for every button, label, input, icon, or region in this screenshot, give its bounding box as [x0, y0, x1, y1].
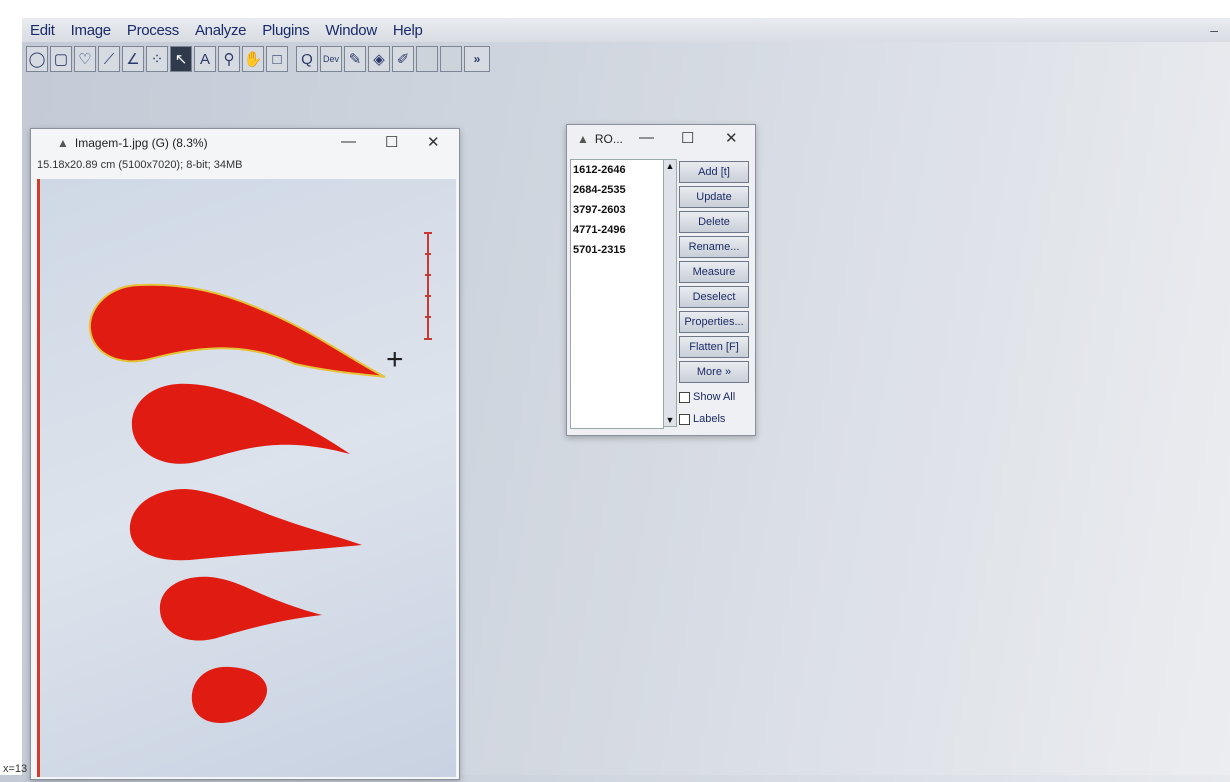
monitor-bezel-top	[0, 0, 1230, 18]
labels-label: Labels	[693, 413, 726, 425]
image-window[interactable]: ▲ Imagem-1.jpg (G) (8.3%) — ☐ ✕ 15.18x20…	[3, 128, 460, 780]
flood-fill-tool-icon[interactable]: ◈	[368, 46, 390, 72]
menu-process[interactable]: Process	[119, 22, 187, 39]
update-button[interactable]: Update	[679, 186, 749, 208]
measure-button[interactable]: Measure	[679, 261, 749, 283]
leaf-shape-2[interactable]	[131, 383, 350, 464]
polygon-selection-tool-icon[interactable]: ▢	[50, 46, 72, 72]
close-icon[interactable]: ✕	[427, 133, 440, 151]
roi-list-item[interactable]: 2684-2535	[571, 180, 663, 200]
properties-button[interactable]: Properties...	[679, 311, 749, 333]
roi-list-item[interactable]: 1612-2646	[571, 160, 663, 180]
status-coordinate: x=13	[3, 763, 28, 775]
rename-button[interactable]: Rename...	[679, 236, 749, 258]
angle-tool-icon[interactable]: ∠	[122, 46, 144, 72]
menu-image[interactable]: Image	[63, 22, 119, 39]
text-tool-icon[interactable]: A	[194, 46, 216, 72]
show-all-checkbox[interactable]: Show All	[679, 386, 749, 408]
hand-tool-icon[interactable]: ✋	[242, 46, 264, 72]
magnifier-tool-icon[interactable]: ⚲	[218, 46, 240, 72]
color-picker-tool-icon[interactable]: □	[266, 46, 288, 72]
menu-window[interactable]: Window	[317, 22, 385, 39]
checkbox-icon[interactable]	[679, 391, 690, 403]
image-info-subtitle: 15.18x20.89 cm (5100x7020); 8-bit; 34MB	[37, 159, 243, 171]
roi-list-item[interactable]: 4771-2496	[571, 220, 663, 240]
line-tool-icon[interactable]: ⟋	[98, 46, 120, 72]
empty-tool-slot-1[interactable]	[416, 46, 438, 72]
roi-button-panel: Add [t] Update Delete Rename... Measure …	[679, 161, 749, 430]
brush-tool-icon[interactable]: ✎	[344, 46, 366, 72]
menu-plugins[interactable]: Plugins	[254, 22, 317, 39]
scroll-up-arrow-icon[interactable]: ▲	[664, 160, 676, 172]
roi-list-item[interactable]: 3797-2603	[571, 200, 663, 220]
more-button[interactable]: More »	[679, 361, 749, 383]
leaf-shape-3[interactable]	[129, 489, 362, 561]
more-tools-icon[interactable]: »	[464, 46, 490, 72]
deselect-button[interactable]: Deselect	[679, 286, 749, 308]
imagej-window-icon: ▲	[577, 132, 589, 146]
dev-label: Dev	[322, 54, 339, 64]
labels-checkbox[interactable]: Labels	[679, 408, 749, 430]
checkbox-icon[interactable]	[679, 413, 690, 425]
menu-edit[interactable]: Edit	[22, 22, 63, 39]
flatten-button[interactable]: Flatten [F]	[679, 336, 749, 358]
maximize-icon[interactable]: ☐	[681, 129, 694, 147]
maximize-icon[interactable]: ☐	[385, 133, 398, 151]
roi-manager-title: RO...	[594, 132, 623, 146]
freehand-selection-tool-icon[interactable]: ♡	[74, 46, 96, 72]
roi-manager-titlebar[interactable]: ▲ RO... — ☐ ✕	[567, 125, 755, 153]
search-tool-icon[interactable]: Q	[296, 46, 318, 72]
image-window-title: Imagem-1.jpg (G) (8.3%)	[74, 136, 208, 150]
oval-selection-tool-icon[interactable]: ◯	[26, 46, 48, 72]
close-icon[interactable]: ✕	[725, 129, 738, 147]
scroll-down-arrow-icon[interactable]: ▼	[664, 414, 676, 426]
menu-bar: Edit Image Process Analyze Plugins Windo…	[22, 18, 1230, 42]
menu-help[interactable]: Help	[385, 22, 431, 39]
minimize-icon[interactable]: —	[341, 133, 356, 150]
leaf-shape-5[interactable]	[191, 666, 268, 723]
image-window-titlebar[interactable]: ▲ Imagem-1.jpg (G) (8.3%) — ☐ ✕	[31, 129, 459, 157]
imagej-window-icon: ▲	[57, 136, 69, 150]
wand-tool-icon[interactable]: ↖	[170, 46, 192, 72]
minimize-icon[interactable]: —	[639, 129, 654, 146]
leaf-selection-svg	[88, 232, 432, 723]
delete-button[interactable]: Delete	[679, 211, 749, 233]
add-button[interactable]: Add [t]	[679, 161, 749, 183]
leaf-shape-1[interactable]	[88, 283, 386, 378]
pencil-tool-icon[interactable]: ✐	[392, 46, 414, 72]
roi-manager-window[interactable]: ▲ RO... — ☐ ✕ 1612-2646 2684-2535 3797-2…	[566, 124, 756, 436]
menu-analyze[interactable]: Analyze	[187, 22, 254, 39]
roi-list-scrollbar[interactable]: ▲ ▼	[663, 159, 677, 427]
show-all-label: Show All	[693, 391, 736, 403]
window-minimize-glyph[interactable]: –	[1210, 22, 1218, 38]
cursor-crosshair: +	[386, 343, 404, 376]
leaf-shape-4[interactable]	[159, 576, 322, 641]
image-canvas[interactable]: +	[37, 179, 456, 777]
toolbar: ◯ ▢ ♡ ⟋ ∠ ⁘ ↖ A ⚲ ✋ □ Q Dev ✎ ◈ ✐ »	[26, 40, 490, 78]
empty-tool-slot-2[interactable]	[440, 46, 462, 72]
roi-list-item[interactable]: 5701-2315	[571, 240, 663, 260]
developer-menu-icon[interactable]: Dev	[320, 46, 342, 72]
roi-list[interactable]: 1612-2646 2684-2535 3797-2603 4771-2496 …	[570, 159, 664, 429]
point-tool-icon[interactable]: ⁘	[146, 46, 168, 72]
monitor-bezel-left	[0, 0, 22, 775]
